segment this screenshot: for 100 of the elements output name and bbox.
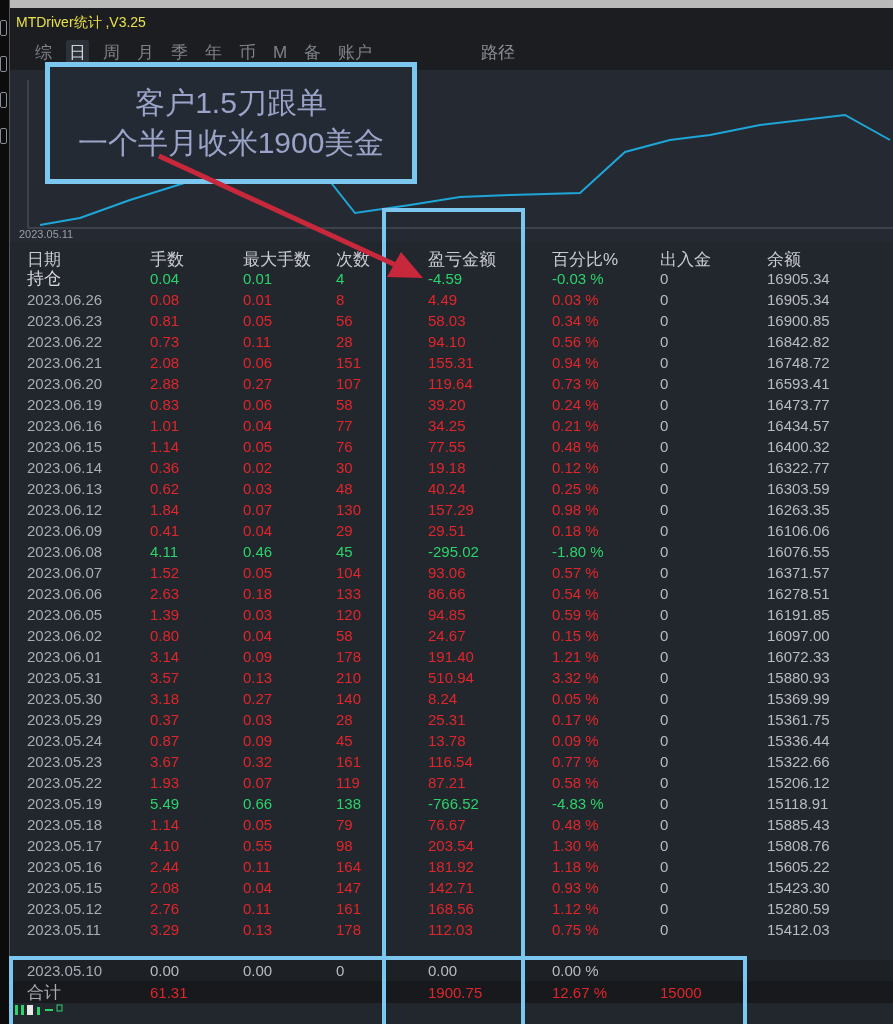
table-row[interactable]: 2023.05.30 3.18 0.27 140 8.24 0.05 % 0 15369.99 xyxy=(10,688,893,709)
tab[interactable]: 币 xyxy=(236,40,259,66)
callout-text: 一个半月收米1900美金 xyxy=(77,125,385,161)
table-cell-text: 0.57 % xyxy=(552,565,600,580)
table-cell-text: 87.21 xyxy=(428,775,467,790)
table-cell-text: 2023.06.13 xyxy=(27,481,104,496)
table-row[interactable]: 2023.06.26 0.08 0.01 8 4.49 0.03 % 0 16905.34 xyxy=(10,289,893,310)
table-row[interactable]: 2023.06.02 0.80 0.04 58 24.67 0.15 % 0 16097.00 xyxy=(10,625,893,646)
table-row[interactable]: 2023.06.14 0.36 0.02 30 19.18 0.12 % 0 16322.77 xyxy=(10,457,893,478)
table-cell-text: 2023.06.19 xyxy=(27,397,104,412)
table-cell-text: 0.05 xyxy=(243,565,274,580)
table-cell-text: 0.05 xyxy=(243,817,274,832)
table-cell-text: 0.06 xyxy=(243,397,274,412)
table-row[interactable]: 2023.05.16 2.44 0.11 164 181.92 1.18 % 0 15605.22 xyxy=(10,856,893,877)
table-row[interactable]: 2023.06.20 2.88 0.27 107 119.64 0.73 % 0 16593.41 xyxy=(10,373,893,394)
table-cell-text: 0.01 xyxy=(243,292,274,307)
table-cell-text: 0 xyxy=(660,544,670,559)
table-cell-text: 34.25 xyxy=(428,418,467,433)
table-row[interactable]: 2023.05.18 1.14 0.05 79 76.67 0.48 % 0 15885.43 xyxy=(10,814,893,835)
table-cell-text: 0 xyxy=(660,313,670,328)
table-row[interactable]: 2023.05.31 3.57 0.13 210 510.94 3.32 % 0 15880.93 xyxy=(10,667,893,688)
table-row[interactable]: 2023.06.16 1.01 0.04 77 34.25 0.21 % 0 16434.57 xyxy=(10,415,893,436)
table-cell-text: 0.00 xyxy=(150,963,181,978)
table-row[interactable]: 2023.06.21 2.08 0.06 151 155.31 0.94 % 0 16748.72 xyxy=(10,352,893,373)
table-cell-text: 4 xyxy=(336,271,346,286)
table-cell-text: 2023.06.08 xyxy=(27,544,104,559)
table-cell-text: 2023.06.16 xyxy=(27,418,104,433)
table-cell-text: 0.37 xyxy=(150,712,181,727)
table-cell-text: 4.49 xyxy=(428,292,459,307)
table-cell-text: 0.73 % xyxy=(552,376,600,391)
table-cell-text: 15118.91 xyxy=(767,796,830,811)
table-row[interactable]: 2023.05.11 3.29 0.13 178 112.03 0.75 % 0 15412.03 xyxy=(10,919,893,940)
table-row[interactable]: 2023.05.22 1.93 0.07 119 87.21 0.58 % 0 15206.12 xyxy=(10,772,893,793)
table-row[interactable]: 2023.06.23 0.81 0.05 56 58.03 0.34 % 0 16900.85 xyxy=(10,310,893,331)
table-row[interactable]: 2023.06.09 0.41 0.04 29 29.51 0.18 % 0 16106.06 xyxy=(10,520,893,541)
table-cell-text: 0.07 xyxy=(243,502,274,517)
table-cell-text: 0.03 % xyxy=(552,292,600,307)
table-row[interactable]: 2023.05.17 4.10 0.55 98 203.54 1.30 % 0 15808.76 xyxy=(10,835,893,856)
table-cell-text: 112.03 xyxy=(428,922,474,937)
table-row[interactable]: 2023.06.22 0.73 0.11 28 94.10 0.56 % 0 16842.82 xyxy=(10,331,893,352)
table-row[interactable]: 2023.06.19 0.83 0.06 58 39.20 0.24 % 0 16473.77 xyxy=(10,394,893,415)
tab[interactable]: 备 xyxy=(301,40,325,66)
table-cell-text: 3.57 xyxy=(150,670,181,685)
table-cell-text: 77 xyxy=(336,418,354,433)
table-cell-text: 142.71 xyxy=(428,880,475,895)
table-cell-text: 3.67 xyxy=(150,754,181,769)
tab[interactable]: 年 xyxy=(202,40,225,66)
table-cell-text: 0.93 % xyxy=(552,880,600,895)
table-row[interactable]: 2023.06.13 0.62 0.03 48 40.24 0.25 % 0 16303.59 xyxy=(10,478,893,499)
table-cell-text: 15808.76 xyxy=(767,838,831,853)
table-cell-text: 0.03 xyxy=(243,607,274,622)
table-cell-text: 0.07 xyxy=(243,775,274,790)
table-cell-text: 155.31 xyxy=(428,355,475,370)
column-header: 盈亏金额 xyxy=(428,251,497,268)
table-cell-text: 2023.06.05 xyxy=(27,607,104,622)
table-cell-text: 2023.05.31 xyxy=(27,670,104,685)
table-cell-text: 0.55 xyxy=(243,838,274,853)
table-cell-text: 15322.66 xyxy=(767,754,831,769)
table-cell-text: 3.29 xyxy=(150,922,181,937)
table-cell-text: 5.49 xyxy=(150,796,181,811)
table-cell-text: 76 xyxy=(336,439,354,454)
tab[interactable]: 月 xyxy=(134,40,157,66)
table-row[interactable]: 2023.05.24 0.87 0.09 45 13.78 0.09 % 0 15336.44 xyxy=(10,730,893,751)
path-label[interactable]: 路径 xyxy=(481,40,516,66)
table-cell-text: 120 xyxy=(336,607,363,622)
table-cell-text: 0.04 xyxy=(150,271,181,286)
tab[interactable]: 周 xyxy=(100,40,123,66)
table-cell-text: 1.93 xyxy=(150,775,181,790)
table-cell-text: 48 xyxy=(336,481,354,496)
table-row[interactable]: 2023.05.12 2.76 0.11 161 168.56 1.12 % 0 15280.59 xyxy=(10,898,893,919)
table-cell-text: 16473.77 xyxy=(767,397,831,412)
table-row[interactable]: 2023.06.06 2.63 0.18 133 86.66 0.54 % 0 16278.51 xyxy=(10,583,893,604)
tab[interactable]: 账户 xyxy=(335,40,376,66)
table-row[interactable]: 2023.05.23 3.67 0.32 161 116.54 0.77 % 0 15322.66 xyxy=(10,751,893,772)
table-row[interactable]: 持仓 0.04 0.01 4 -4.59 -0.03 % 0 16905.34 xyxy=(10,268,893,289)
table-row[interactable]: 2023.06.07 1.52 0.05 104 93.06 0.57 % 0 16371.57 xyxy=(10,562,893,583)
table-row[interactable]: 2023.05.19 5.49 0.66 138 -766.52 -4.83 % 0 15118.91 xyxy=(10,793,893,814)
table-cell-text: -4.83 % xyxy=(552,796,605,811)
table-cell-text: 0.13 xyxy=(243,670,274,685)
table-cell-text: 0.11 xyxy=(243,859,273,874)
table-row[interactable]: 2023.06.05 1.39 0.03 120 94.85 0.59 % 0 16191.85 xyxy=(10,604,893,625)
table-cell-text: 0 xyxy=(660,355,670,370)
column-header: 最大手数 xyxy=(243,251,312,268)
table-row[interactable]: 2023.06.12 1.84 0.07 130 157.29 0.98 % 0 16263.35 xyxy=(10,499,893,520)
tab[interactable]: M xyxy=(270,40,291,66)
table-row[interactable]: 2023.05.15 2.08 0.04 147 142.71 0.93 % 0 15423.30 xyxy=(10,877,893,898)
table-row[interactable]: 2023.06.15 1.14 0.05 76 77.55 0.48 % 0 16400.32 xyxy=(10,436,893,457)
table-cell-text: 0.21 % xyxy=(552,418,600,433)
table-cell-text: 94.10 xyxy=(428,334,467,349)
table-cell-text: 8 xyxy=(336,292,346,307)
table-row[interactable]: 2023.05.29 0.37 0.03 28 25.31 0.17 % 0 15361.75 xyxy=(10,709,893,730)
tab[interactable]: 综 xyxy=(32,40,55,66)
tab[interactable]: 季 xyxy=(168,40,191,66)
table-cell-text: 133 xyxy=(336,586,363,601)
table-cell-text: 0 xyxy=(660,376,670,391)
table-row[interactable]: 2023.06.01 3.14 0.09 178 191.40 1.21 % 0 16072.33 xyxy=(10,646,893,667)
table-row[interactable]: 2023.05.10 0.00 0.00 0 0.00 0.00 % xyxy=(10,960,893,981)
table-cell-text: 2023.06.21 xyxy=(27,355,104,370)
table-row[interactable]: 2023.06.08 4.11 0.46 45 -295.02 -1.80 % 0 16076.55 xyxy=(10,541,893,562)
table-cell-text: 2023.05.23 xyxy=(27,754,104,769)
